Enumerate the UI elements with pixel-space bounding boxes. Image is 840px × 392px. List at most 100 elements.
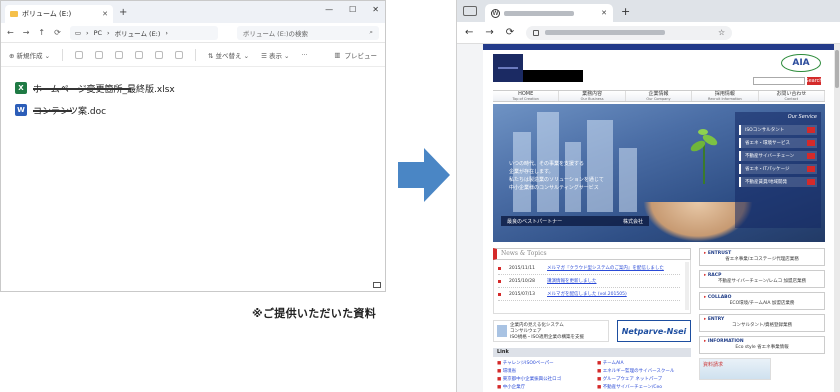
link-item[interactable]: 環境省 bbox=[497, 368, 587, 374]
nav-home[interactable]: HOME Top of Creation bbox=[493, 91, 560, 101]
new-tab-button[interactable]: + bbox=[621, 5, 630, 18]
back-icon[interactable]: ← bbox=[465, 27, 473, 38]
search-placeholder: ボリューム (E:)の検索 bbox=[242, 29, 309, 38]
explorer-tab-title: ボリューム (E:) bbox=[22, 10, 72, 18]
aia-logo[interactable]: AIA bbox=[781, 54, 821, 72]
service-item[interactable]: 省エネ・ITパッケージ bbox=[739, 164, 817, 174]
wordpress-icon: W bbox=[491, 8, 500, 18]
preview-toggle[interactable]: ▥ プレビュー bbox=[334, 50, 377, 60]
link-item[interactable]: 東京都中小企業振興公社ロゴ bbox=[497, 376, 587, 382]
explorer-tab-bar: ボリューム (E:) ✕ + — ☐ ✕ bbox=[1, 1, 385, 23]
side-box-racp[interactable]: RACP不動産サイバーチェーン/レムコ 加盟店業務 bbox=[699, 270, 825, 288]
building-shape bbox=[619, 148, 637, 212]
links-heading: Link bbox=[493, 348, 691, 357]
minimize-icon[interactable]: — bbox=[325, 5, 333, 14]
new-button[interactable]: ⊕ 新規作成 ⌄ bbox=[9, 50, 50, 60]
copy-icon[interactable] bbox=[95, 50, 104, 59]
refresh-icon[interactable]: ⟳ bbox=[506, 27, 514, 38]
more-icon[interactable]: ··· bbox=[301, 51, 307, 59]
nav-contact[interactable]: お問い合わせ Contact bbox=[758, 91, 826, 101]
side-box-entrust[interactable]: ENTRUST省エネ事業/エコステージ代理店業務 bbox=[699, 248, 825, 266]
file-item-excel[interactable]: X ホームページ変更箇所_最終版.xlsx bbox=[15, 77, 371, 99]
blurred-tab-title bbox=[504, 10, 574, 16]
share-icon[interactable] bbox=[155, 50, 164, 59]
toolbar-divider bbox=[62, 48, 64, 61]
play-icon bbox=[807, 153, 815, 159]
service-item[interactable]: 不動産サイバーチェーン bbox=[739, 151, 817, 161]
redaction-strike bbox=[33, 110, 73, 112]
link-item[interactable]: チームAIA bbox=[597, 360, 687, 366]
banner-row: 企業内の見える化システム コンサルウェア ISO規格・ISO適用企業の構築を支援… bbox=[493, 320, 691, 342]
news-heading: News & Topics bbox=[493, 248, 691, 260]
sidebar-toggle-icon[interactable] bbox=[463, 6, 477, 16]
sort-button[interactable]: ⇅ 並べ替え ⌄ bbox=[208, 50, 249, 60]
link-item[interactable]: 中小企業庁 bbox=[497, 384, 587, 390]
browser-tab[interactable]: W ✕ bbox=[485, 4, 613, 22]
netparve-banner[interactable]: Netparve-Nsei bbox=[617, 320, 691, 342]
folder-icon bbox=[10, 11, 18, 17]
cut-icon[interactable] bbox=[75, 50, 84, 59]
paste-icon[interactable] bbox=[115, 50, 124, 59]
site-search-input[interactable] bbox=[753, 77, 805, 85]
maximize-icon[interactable]: ☐ bbox=[349, 5, 356, 14]
side-box-information[interactable]: INFORMATIONEco style 省エネ事業情報 bbox=[699, 336, 825, 354]
link-item[interactable]: グループウェア ネットパーブ bbox=[597, 376, 687, 382]
resize-grip-icon[interactable] bbox=[373, 282, 381, 288]
news-list: 2015/11/11 メルマガ『クラウド型システムのご案内』を配信しました 201… bbox=[493, 260, 691, 314]
favorite-star-icon[interactable]: ☆ bbox=[718, 28, 725, 37]
explorer-tab[interactable]: ボリューム (E:) ✕ bbox=[5, 5, 113, 23]
nav-recruit[interactable]: 採用情報 Recruit Information bbox=[692, 91, 759, 101]
news-item[interactable]: 2015/07/13 メルマガを配信しました (vol.201505) bbox=[498, 288, 680, 301]
play-icon bbox=[807, 166, 815, 172]
news-scrollbar[interactable] bbox=[685, 262, 689, 310]
up-icon[interactable]: ↑ bbox=[38, 28, 45, 37]
monitor-icon: ▭ bbox=[74, 28, 81, 37]
link-item[interactable]: 不動産サイバーチェーン/Ceo bbox=[597, 384, 687, 390]
new-tab-button[interactable]: + bbox=[119, 7, 127, 18]
site-nav-menu: HOME Top of Creation 業務内容 Our Business 企業情… bbox=[493, 90, 826, 102]
nav-company[interactable]: 企業情報 Our Company bbox=[625, 91, 693, 101]
search-box[interactable]: ボリューム (E:)の検索 ⌕ bbox=[236, 25, 379, 40]
hero-tagline: いつの時代、その事業を支援する 企業が存在します。 私たちは製造業のソリューショ… bbox=[509, 161, 604, 191]
delete-icon[interactable] bbox=[175, 50, 184, 59]
link-item[interactable]: エネルギー監理のサイバースクール bbox=[597, 368, 687, 374]
rename-icon[interactable] bbox=[135, 50, 144, 59]
site-search-button[interactable]: Search bbox=[805, 77, 823, 85]
service-item[interactable]: 不動産賃貸/地域開発 bbox=[739, 177, 817, 187]
file-item-word[interactable]: W コンテンツ案.doc bbox=[15, 99, 371, 121]
forward-icon[interactable]: → bbox=[485, 27, 493, 38]
play-icon bbox=[807, 127, 815, 133]
side-box-collabo[interactable]: COLLABOECO環境/チームAIA 加盟店業務 bbox=[699, 292, 825, 310]
browser-window: W ✕ + ← → ⟳ ☆ AIA Search HOME Top of Cre… bbox=[456, 0, 840, 392]
caption-text: ※ご提供いただいた資料 bbox=[252, 307, 376, 320]
close-tab-icon[interactable]: ✕ bbox=[601, 9, 607, 17]
scrollbar-thumb[interactable] bbox=[835, 50, 839, 88]
close-tab-icon[interactable]: ✕ bbox=[102, 10, 108, 18]
news-item[interactable]: 2015/11/11 メルマガ『クラウド型システムのご案内』を配信しました bbox=[498, 262, 680, 275]
consulware-banner[interactable]: 企業内の見える化システム コンサルウェア ISO規格・ISO適用企業の構築を支援 bbox=[493, 320, 609, 342]
nav-business[interactable]: 業務内容 Our Business bbox=[559, 91, 626, 101]
back-icon[interactable]: ← bbox=[7, 28, 14, 37]
screenshot-stage: ボリューム (E:) ✕ + — ☐ ✕ ← → ↑ ⟳ ▭ › PC › ボリ… bbox=[0, 0, 840, 392]
page-scrollbar[interactable] bbox=[834, 44, 840, 392]
refresh-icon[interactable]: ⟳ bbox=[54, 28, 61, 37]
forward-icon[interactable]: → bbox=[23, 28, 30, 37]
plant-icon bbox=[690, 129, 718, 184]
service-item[interactable]: ISOコンサルタント bbox=[739, 125, 817, 135]
path-breadcrumb[interactable]: ▭ › PC › ボリューム (E:) › bbox=[69, 25, 218, 40]
breadcrumb-pc[interactable]: PC bbox=[94, 29, 102, 37]
side-banner[interactable]: 資料請求 bbox=[699, 358, 771, 380]
toolbar-divider bbox=[195, 48, 197, 61]
file-name: ホームページ変更箇所_最終版.xlsx bbox=[33, 84, 175, 95]
breadcrumb-volume[interactable]: ボリューム (E:) bbox=[115, 28, 161, 38]
view-button[interactable]: ☰ 表示 ⌄ bbox=[261, 50, 289, 60]
news-item[interactable]: 2015/10/28 講演情報を更新しました bbox=[498, 275, 680, 288]
service-item[interactable]: 省エネ・環境サービス bbox=[739, 138, 817, 148]
browser-tab-bar: W ✕ + bbox=[457, 0, 840, 22]
close-window-icon[interactable]: ✕ bbox=[372, 5, 379, 14]
link-item[interactable]: チャレンジISO0ペーパー bbox=[497, 360, 587, 366]
excel-file-icon: X bbox=[15, 82, 27, 94]
side-box-entry[interactable]: ENTRYコンサルタント/資格登録業務 bbox=[699, 314, 825, 332]
company-logo[interactable] bbox=[493, 54, 523, 82]
url-bar[interactable]: ☆ bbox=[526, 25, 733, 40]
